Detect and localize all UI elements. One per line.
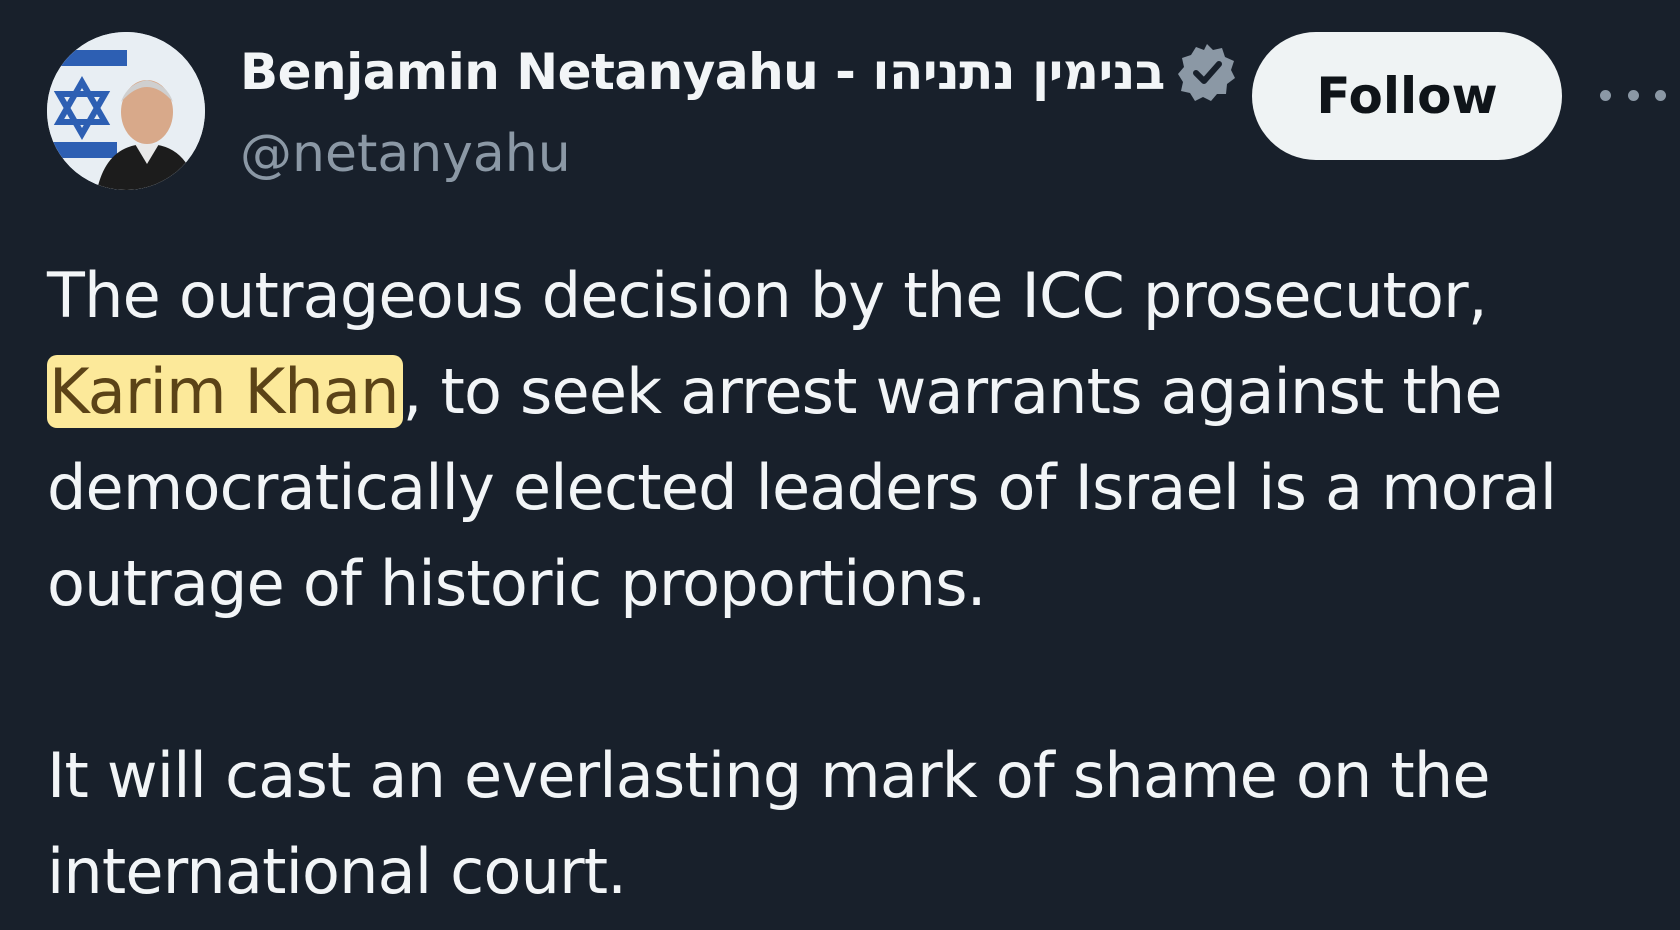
avatar[interactable] [47,32,205,190]
tweet-paragraph-1: The outrageous decision by the ICC prose… [47,248,1647,632]
tweet-text: The outrageous decision by the ICC prose… [47,248,1647,920]
author-display-name[interactable]: Benjamin Netanyahu - בנימין נתניהו [240,43,1165,101]
more-dot [1655,89,1666,101]
tweet-text-segment: The outrageous decision by the ICC prose… [47,259,1488,332]
more-options-icon[interactable] [1600,78,1666,112]
author-handle[interactable]: @netanyahu [240,124,571,184]
more-dot [1600,89,1611,101]
verified-badge-icon[interactable] [1175,40,1239,104]
tweet-paragraph-2: It will cast an everlasting mark of sham… [47,739,1491,908]
follow-button[interactable]: Follow [1252,32,1562,160]
author-name-row[interactable]: Benjamin Netanyahu - בנימין נתניהו [240,40,1239,104]
tweet-card: Benjamin Netanyahu - בנימין נתניהו @neta… [0,0,1680,930]
more-dot [1627,89,1639,101]
profile-photo [47,32,205,190]
highlighted-name: Karim Khan [47,355,403,428]
